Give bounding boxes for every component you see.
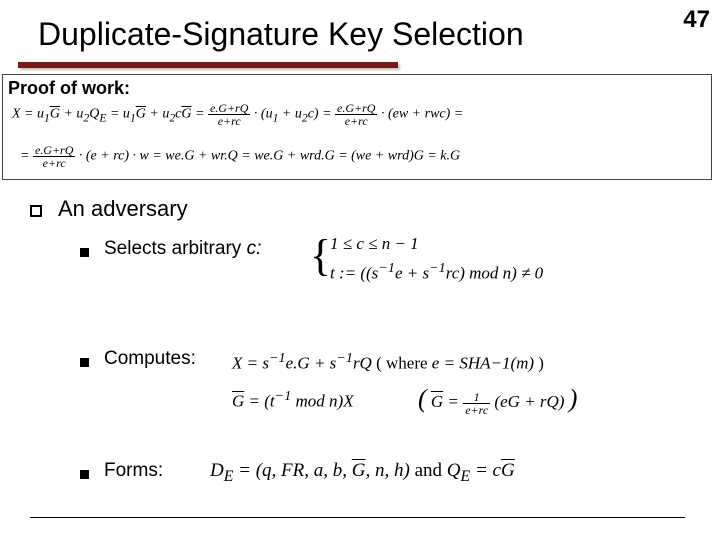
bullet-filled-square-icon — [80, 248, 89, 257]
bullet-filled-square-icon — [80, 358, 89, 367]
selects-math-2: t := ((s−1e + s−1rc) mod n) ≠ 0 — [330, 260, 543, 284]
footer-rule — [30, 517, 685, 518]
selects-label: Selects arbitrary c: — [104, 238, 261, 260]
bullet-filled-square-icon — [80, 470, 89, 479]
page-number: 47 — [683, 6, 710, 34]
bullet-square-icon — [30, 205, 42, 217]
computes-math-2a: G = (t−1 mod n)X — [232, 388, 354, 412]
computes-label: Computes: — [104, 348, 196, 370]
brace-icon: { — [310, 234, 331, 278]
computes-math-2b: ( G = 1e+rc (eG + rQ) ) — [418, 384, 577, 416]
title-underline — [18, 62, 398, 68]
computes-math-1: X = s−1e.G + s−1rQ ( where e = SHA−1(m) … — [232, 350, 544, 374]
slide: 47 Duplicate-Signature Key Selection Pro… — [0, 0, 720, 540]
proof-label: Proof of work: — [8, 78, 130, 99]
page-title: Duplicate-Signature Key Selection — [38, 16, 524, 53]
proof-equation-line2: = e.G+rQe+rc · (e + rc) · w = we.G + wr.… — [20, 144, 460, 169]
selects-math-1: 1 ≤ c ≤ n − 1 — [330, 234, 419, 254]
forms-math: DE = (q, FR, a, b, G, n, h) and QE = cG — [210, 460, 515, 486]
forms-label: Forms: — [104, 460, 163, 482]
adversary-heading: An adversary — [58, 196, 188, 222]
proof-equation-line1: X = u1G + u2QE = u1G + u2cG = e.G+rQe+rc… — [12, 102, 463, 127]
